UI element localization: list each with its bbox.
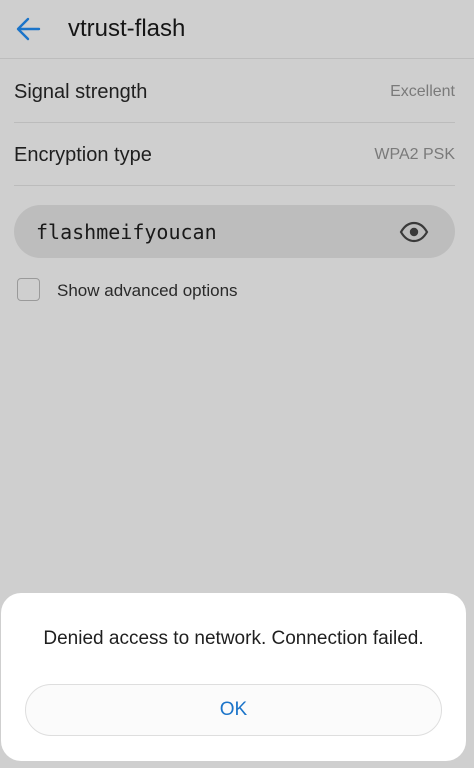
encryption-type-value: WPA2 PSK (374, 146, 455, 163)
signal-strength-row: Signal strength Excellent (14, 60, 455, 123)
arrow-left-icon[interactable] (14, 14, 44, 44)
connection-failed-dialog: Denied access to network. Connection fai… (1, 593, 466, 761)
app-bar: vtrust-flash (0, 0, 474, 59)
encryption-type-label: Encryption type (14, 144, 152, 166)
signal-strength-value: Excellent (390, 83, 455, 100)
encryption-type-row: Encryption type WPA2 PSK (14, 123, 455, 186)
ok-button[interactable]: OK (25, 684, 442, 736)
ok-button-label: OK (219, 699, 248, 720)
dialog-message: Denied access to network. Connection fai… (43, 628, 424, 649)
show-advanced-options-label: Show advanced options (57, 281, 238, 300)
show-advanced-options-checkbox[interactable] (17, 278, 40, 301)
password-value[interactable]: flashmeifyoucan (36, 219, 217, 245)
eye-icon[interactable] (399, 219, 429, 245)
page-title: vtrust-flash (68, 15, 186, 42)
signal-strength-label: Signal strength (14, 81, 148, 103)
wifi-network-screen: vtrust-flash Signal strength Excellent E… (0, 0, 474, 768)
password-input[interactable]: flashmeifyoucan (14, 205, 455, 258)
show-advanced-options-checkbox-row[interactable]: Show advanced options (17, 278, 317, 306)
